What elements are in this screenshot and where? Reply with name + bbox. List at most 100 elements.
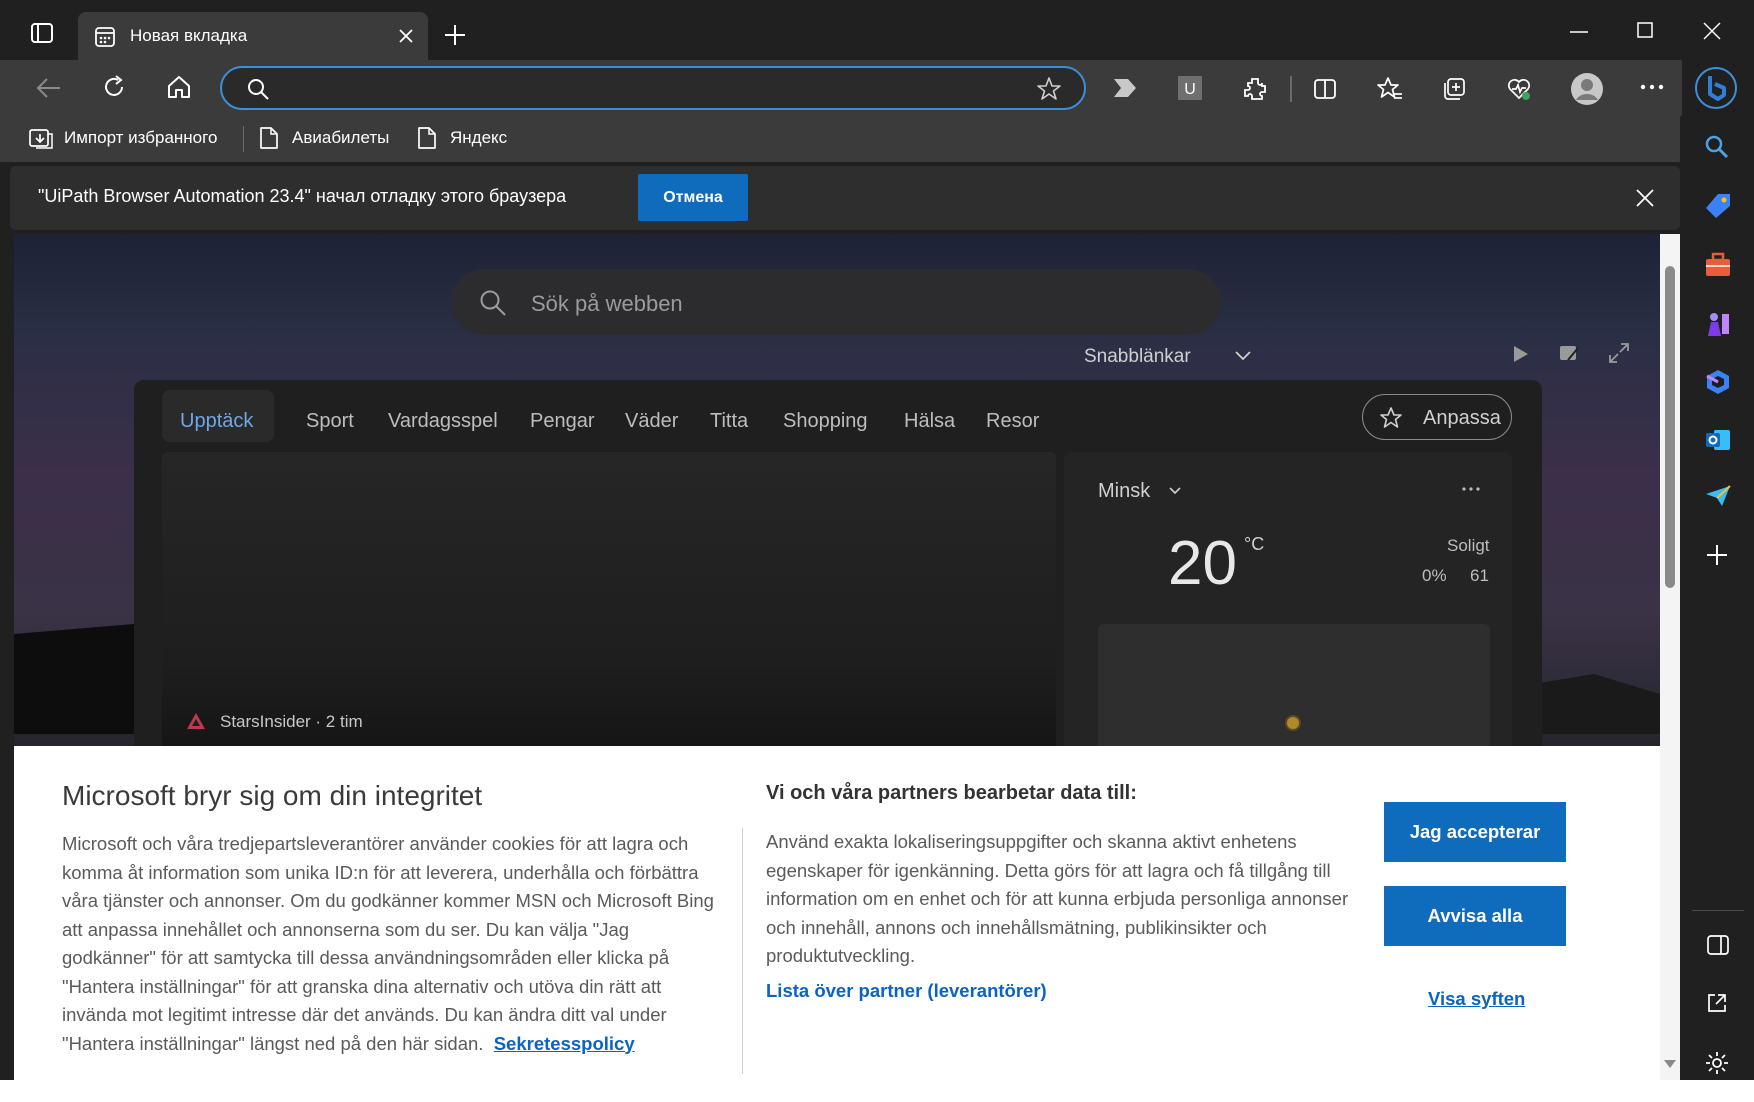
tab-shopping[interactable]: Shopping [783,410,868,433]
favorite-import[interactable]: Импорт избранного [64,128,217,148]
consent-title: Microsoft bryr sig om din integritet [62,780,483,811]
games-chess-icon[interactable] [1704,310,1732,338]
tab-title: Новая вкладка [130,26,248,45]
favbar-divider [243,126,244,152]
right-sidebar [1682,60,1754,1080]
quick-links-toggle[interactable]: Snabblänkar [1084,346,1191,368]
tab-new-tab[interactable]: Новая вкладка [78,12,428,60]
collections-icon[interactable] [1441,76,1467,102]
tab-sport[interactable]: Sport [306,410,354,433]
svg-text:U: U [1184,81,1196,98]
extension-arrow-icon[interactable] [1112,77,1138,99]
favorite-star-icon[interactable] [1036,76,1062,102]
weather-unit: °C [1244,534,1265,554]
hero-article-card[interactable]: StarsInsider · 2 tim [162,452,1056,752]
hero-source: StarsInsider · 2 tim [220,712,363,731]
copilot-icon[interactable] [1694,66,1738,110]
chevron-down-icon[interactable] [1168,486,1182,496]
sun-icon [1284,714,1302,732]
partners-title: Vi och våra partners bearbetar data till… [766,782,1137,804]
tab-money[interactable]: Pengar [530,410,595,433]
debug-infobar: "UiPath Browser Automation 23.4" начал о… [10,166,1680,230]
hide-sidebar-icon[interactable] [1706,934,1730,956]
infobar-message: "UiPath Browser Automation 23.4" начал о… [38,186,567,206]
add-sidebar-icon[interactable] [1706,544,1728,566]
more-options-icon[interactable] [1640,84,1664,90]
outlook-icon[interactable] [1704,426,1732,454]
sidebar-search-icon[interactable] [1704,134,1730,160]
tab-games[interactable]: Vardagsspel [388,410,498,433]
accept-button[interactable]: Jag accepterar [1384,802,1566,862]
weather-humidity: 61 [1470,566,1489,585]
home-icon[interactable] [166,74,192,100]
more-options-icon[interactable] [1462,487,1480,491]
consent-body-text: Microsoft och våra tredjepartsleverantör… [62,833,714,1054]
partner-list-link[interactable]: Lista över partner (leverantörer) [766,980,1047,1002]
customize-label: Anpassa [1423,407,1501,429]
cookie-consent-banner: Microsoft bryr sig om din integritet Mic… [14,746,1660,1080]
extension-u-icon[interactable]: U [1178,76,1202,100]
split-screen-icon[interactable] [1312,76,1338,102]
web-search-box[interactable]: Sök på webben [451,269,1221,335]
import-icon [28,126,54,150]
expand-icon[interactable] [1608,342,1630,364]
weather-forecast-graph [1098,624,1490,754]
tab-travel[interactable]: Resor [986,410,1039,433]
consent-body: Microsoft och våra tredjepartsleverantör… [62,830,722,1058]
title-bar: Новая вкладка [0,0,1754,60]
maximize-icon[interactable] [1637,22,1653,38]
page-icon [417,126,437,150]
minimize-icon[interactable] [1570,30,1588,34]
address-bar[interactable] [220,66,1086,110]
tab-discover[interactable]: Upptäck [180,410,253,433]
weather-temp: 20 [1168,529,1237,598]
profile-avatar[interactable] [1570,72,1604,106]
microsoft365-icon[interactable] [1704,368,1732,396]
customize-button[interactable]: Anpassa [1362,394,1512,440]
chevron-down-icon[interactable] [1234,350,1252,362]
toolbar-divider [1290,76,1292,102]
favorites-icon[interactable] [1376,76,1404,102]
privacy-policy-link[interactable]: Sekretesspolicy [494,1033,635,1054]
tools-briefcase-icon[interactable] [1704,252,1732,278]
consent-divider [742,828,743,1074]
tab-actions-icon[interactable] [30,22,54,44]
play-icon[interactable] [1512,344,1530,364]
favorite-yandex[interactable]: Яндекс [450,128,507,148]
edit-background-icon[interactable] [1558,342,1580,364]
search-icon [246,77,270,101]
settings-gear-icon[interactable] [1704,1050,1730,1076]
partners-body: Använd exakta lokaliseringsuppgifter och… [766,831,1349,966]
cancel-button[interactable]: Отмена [638,174,748,221]
view-purposes-link[interactable]: Visa syften [1428,988,1525,1010]
refresh-icon[interactable] [101,74,127,100]
quick-links-label: Snabblänkar [1084,346,1191,367]
close-tab-icon[interactable] [398,28,414,44]
back-icon[interactable] [36,76,62,100]
scroll-down-arrow-icon[interactable] [1664,1060,1676,1068]
extensions-icon[interactable] [1242,76,1268,102]
close-infobar-icon[interactable] [1636,189,1654,207]
browser-essentials-icon[interactable] [1506,76,1532,102]
tab-weather[interactable]: Väder [625,410,678,433]
new-tab-plus-icon[interactable] [444,24,466,46]
search-icon [479,289,507,317]
page-icon [259,126,279,150]
open-external-icon[interactable] [1706,992,1728,1014]
search-placeholder: Sök på webben [531,291,683,316]
sidebar-divider [1692,910,1744,911]
tab-watch[interactable]: Titta [710,410,748,433]
reject-all-button[interactable]: Avvisa alla [1384,886,1566,946]
starsinsider-logo-icon [186,712,206,730]
customize-icon [1379,406,1403,430]
scrollbar-thumb[interactable] [1665,266,1675,588]
send-telegram-icon[interactable] [1704,484,1732,508]
shopping-tag-icon[interactable] [1704,192,1732,220]
weather-city[interactable]: Minsk [1098,480,1150,503]
browser-window: Новая вкладка U Импорт избранного Авиаби… [0,0,1754,1080]
weather-condition: Soligt [1447,536,1490,555]
favorite-aviabilety[interactable]: Авиабилеты [292,128,389,148]
tab-health[interactable]: Hälsa [904,410,955,433]
close-window-icon[interactable] [1703,22,1721,40]
favorites-bar: Импорт избранного Авиабилеты Яндекс [0,116,1680,162]
